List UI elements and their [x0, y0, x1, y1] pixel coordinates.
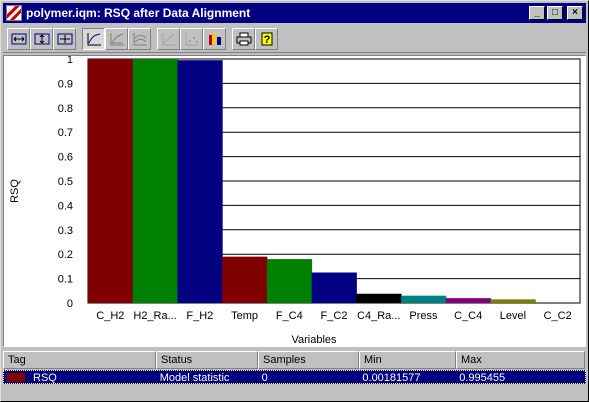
x-tick-label: C_C2	[544, 310, 572, 322]
col-max[interactable]: Max	[456, 351, 585, 369]
series-table-header: Tag Status Samples Min Max	[3, 351, 586, 369]
zoom-horizontal-icon	[11, 33, 26, 44]
y-tick-label: 0.6	[58, 152, 73, 164]
row-tag: RSQ	[33, 372, 57, 383]
x-tick-label: Level	[500, 310, 526, 322]
bar-f-c2	[311, 272, 357, 303]
minimize-button[interactable]: _	[529, 6, 545, 20]
zoom-horizontal-button[interactable]	[7, 27, 30, 50]
scatter-plot-button[interactable]	[180, 27, 203, 50]
svg-text:?: ?	[263, 34, 270, 46]
col-samples[interactable]: Samples	[258, 351, 359, 369]
x-tick-label: C_H2	[96, 310, 124, 322]
contour-plot-icon	[133, 32, 147, 45]
row-max: 0.995455	[459, 372, 506, 383]
rsq-window: polymer.iqm: RSQ after Data Alignment _ …	[0, 0, 589, 402]
row-min: 0.00181577	[362, 372, 421, 383]
rsq-bar-chart: 0 0.1 0.2 0.3 0.4 0.5 0.6 0.7 0.8 0.9 1 C_H2 H2_Ra..…	[9, 54, 581, 346]
bar-h2-ra	[132, 59, 178, 303]
bar-level	[490, 299, 536, 303]
x-axis-label: Variables	[291, 334, 337, 346]
y-tick-label: 1	[67, 56, 73, 66]
print-icon	[236, 32, 251, 45]
bar-f-h2	[177, 60, 223, 303]
y-axis-label: RSQ	[9, 179, 21, 203]
table-row[interactable]: RSQ Model statistic 0 0.00181577 0.99545…	[3, 370, 586, 384]
axis-plot-button[interactable]	[157, 27, 180, 50]
y-tick-label: 0.7	[58, 127, 73, 139]
bar-press	[401, 295, 447, 303]
bar-c4-ra	[356, 293, 402, 303]
bar-c-c4	[445, 298, 492, 303]
col-status[interactable]: Status	[156, 351, 258, 369]
y-tick-label: 0.4	[58, 200, 73, 212]
maximize-button[interactable]: □	[547, 6, 563, 20]
row-status: Model statistic	[159, 372, 230, 383]
y-tick-label: 0.1	[58, 274, 73, 286]
col-min[interactable]: Min	[359, 351, 456, 369]
help-icon: ?	[261, 32, 272, 46]
row-samples: 0	[261, 372, 268, 383]
chart-panel: 0 0.1 0.2 0.3 0.4 0.5 0.6 0.7 0.8 0.9 1 C_H2 H2_Ra..…	[3, 54, 586, 347]
y-tick-label: 0.2	[58, 249, 73, 261]
axis-plot-icon	[162, 32, 176, 45]
print-button[interactable]	[232, 27, 255, 50]
y-tick-label: 0	[67, 298, 73, 310]
y-tick-label: 0.8	[58, 103, 73, 115]
bar-chart-icon	[208, 32, 221, 45]
line-plot-icon	[87, 32, 101, 45]
help-button[interactable]: ?	[255, 27, 278, 50]
series-color-swatch	[7, 373, 25, 382]
contour-plot-button[interactable]	[128, 27, 151, 50]
bar-c-h2	[88, 59, 134, 303]
line-plot-button[interactable]	[82, 27, 105, 50]
x-tick-label: C4_Ra...	[357, 310, 400, 322]
x-tick-label: F_C2	[321, 310, 348, 322]
x-tick-label: Press	[409, 310, 438, 322]
bar-c-c2	[535, 302, 581, 304]
zoom-vertical-button[interactable]	[30, 27, 53, 50]
y-tick-label: 0.9	[58, 78, 73, 90]
zoom-both-button[interactable]	[53, 27, 76, 50]
table-empty-area	[3, 385, 586, 399]
x-tick-label: C_C4	[454, 310, 482, 322]
zoom-both-icon	[57, 33, 72, 44]
close-button[interactable]: ×	[567, 6, 583, 20]
area-plot-button[interactable]	[105, 27, 128, 50]
title-bar[interactable]: polymer.iqm: RSQ after Data Alignment _ …	[3, 3, 586, 23]
app-icon[interactable]	[6, 5, 22, 21]
x-tick-label: F_C4	[276, 310, 303, 322]
window-title: polymer.iqm: RSQ after Data Alignment	[26, 6, 251, 20]
toolbar: ?	[3, 25, 586, 53]
zoom-vertical-icon	[34, 33, 49, 44]
area-plot-icon	[110, 32, 124, 45]
bar-temp	[222, 256, 268, 303]
x-tick-label: F_H2	[186, 310, 213, 322]
y-tick-label: 0.5	[58, 176, 73, 188]
bar-f-c4	[266, 259, 313, 303]
x-tick-label: Temp	[231, 310, 258, 322]
scatter-plot-icon	[185, 32, 199, 45]
col-tag[interactable]: Tag	[3, 351, 156, 369]
y-tick-label: 0.3	[58, 225, 73, 237]
x-tick-label: H2_Ra...	[133, 310, 176, 322]
bar-chart-button[interactable]	[203, 27, 226, 50]
